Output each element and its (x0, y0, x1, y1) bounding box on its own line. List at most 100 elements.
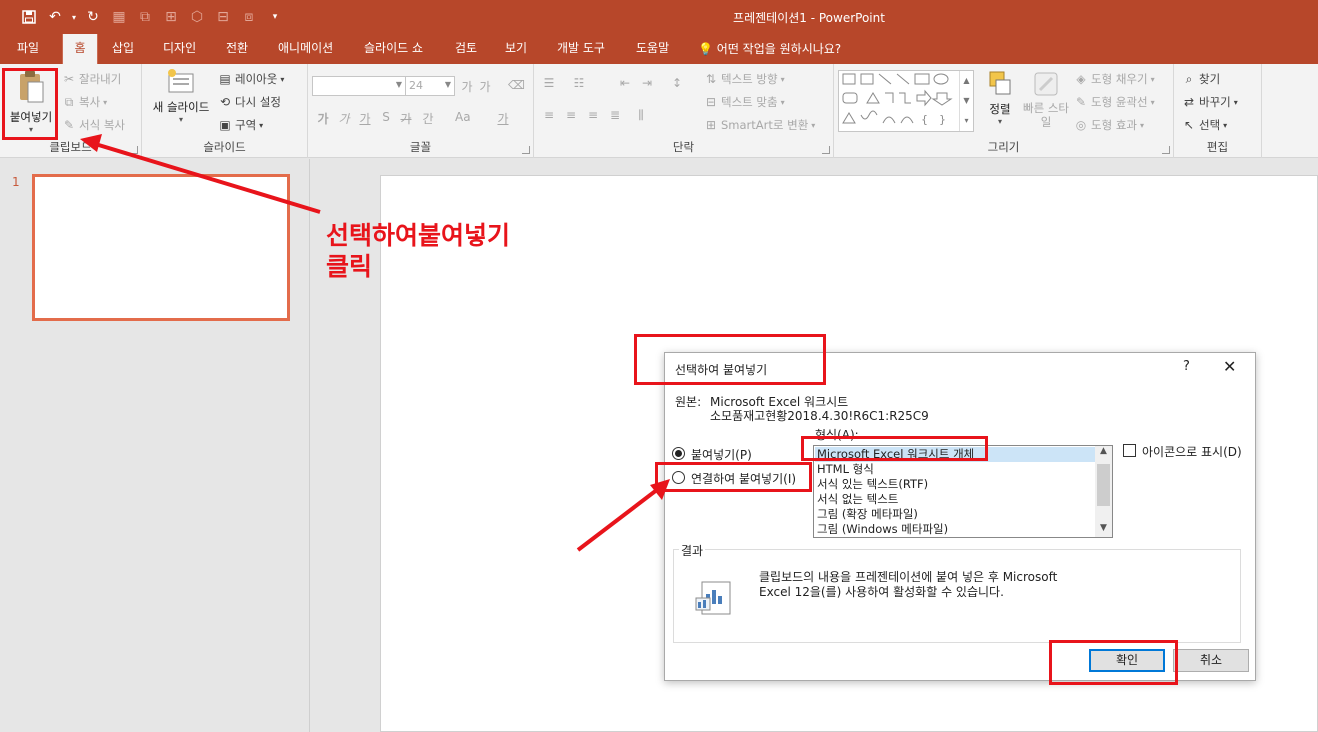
copy-dropdown-icon: ▾ (103, 97, 108, 107)
spacing-button[interactable]: 간 (421, 110, 435, 127)
font-color-button[interactable]: 가 (496, 110, 510, 127)
paint-bucket-icon: ◈ (1076, 72, 1086, 86)
paste-radio-label[interactable]: 붙여넣기(P) (691, 446, 752, 463)
tab-file[interactable]: 파일 (17, 40, 39, 64)
grow-font-button[interactable]: 가 (460, 78, 474, 95)
shadow-button[interactable]: S (379, 110, 393, 124)
underline-icon: 가 (359, 112, 371, 126)
justify-button[interactable]: ≣ (608, 108, 622, 122)
tab-design[interactable]: 디자인 (163, 40, 196, 64)
copy-button[interactable]: ⧉ 복사 ▾ (62, 94, 107, 110)
select-button[interactable]: ↖ 선택 ▾ (1182, 117, 1227, 133)
shape-effects-label: 도형 효과 (1091, 118, 1137, 132)
format-item-emf[interactable]: 그림 (확장 메타파일) (817, 507, 918, 522)
numbering-button[interactable]: ☷ (572, 76, 586, 90)
bullets-button[interactable]: ☰ (542, 76, 556, 90)
close-button[interactable]: ✕ (1223, 357, 1236, 376)
increase-indent-button[interactable]: ⇥ (640, 76, 654, 90)
replace-button[interactable]: ⇄ 바꾸기 ▾ (1182, 94, 1238, 110)
text-direction-button[interactable]: ⇅ 텍스트 방향 ▾ (704, 71, 785, 87)
shape-fill-button[interactable]: ◈ 도형 채우기 ▾ (1074, 71, 1154, 87)
tell-me-search[interactable]: 💡 어떤 작업을 원하시나요? (698, 40, 841, 57)
shrink-font-icon: 가 (479, 80, 491, 94)
paste-radio[interactable] (672, 447, 685, 460)
tab-view[interactable]: 보기 (505, 40, 527, 64)
result-label: 결과 (679, 542, 706, 559)
align-text-button[interactable]: ⊟ 텍스트 맞춤 ▾ (704, 94, 785, 110)
find-button[interactable]: ⌕ 찾기 (1182, 71, 1221, 87)
drawing-launcher-icon[interactable] (1162, 146, 1170, 154)
line-spacing-button[interactable]: ↕ (670, 76, 684, 90)
decrease-indent-button[interactable]: ⇤ (618, 76, 632, 90)
format-list-scrollbar[interactable]: ▲ ▼ (1095, 446, 1112, 537)
section-button[interactable]: ▣ 구역 ▾ (218, 117, 263, 133)
tab-home[interactable]: 홈 (62, 34, 98, 64)
scroll-up-icon[interactable]: ▲ (1095, 446, 1112, 460)
strikethrough-button[interactable]: 가 (399, 110, 413, 127)
tab-insert[interactable]: 삽입 (112, 40, 134, 64)
tab-review[interactable]: 검토 (455, 40, 477, 64)
smartart-button[interactable]: ⊞ SmartArt로 변환 ▾ (704, 117, 815, 133)
select-dropdown-icon: ▾ (1223, 120, 1228, 130)
shape-effects-button[interactable]: ◎ 도형 효과 ▾ (1074, 117, 1144, 133)
text-direction-icon: ⇅ (705, 72, 717, 86)
format-painter-label: 서식 복사 (79, 118, 125, 132)
underline-button[interactable]: 가 (358, 110, 372, 127)
clipboard-launcher-icon[interactable] (130, 146, 138, 154)
layout-button[interactable]: ▤ 레이아웃 ▾ (218, 71, 284, 87)
format-item-rtf[interactable]: 서식 있는 텍스트(RTF) (817, 477, 928, 492)
arrange-button[interactable]: 정렬 ▾ (980, 70, 1020, 140)
tab-transitions[interactable]: 전환 (226, 40, 248, 64)
layout-dropdown-icon: ▾ (280, 74, 285, 84)
annotation-box-paste-link (655, 462, 812, 492)
reset-button[interactable]: ⟲ 다시 설정 (218, 94, 281, 110)
gallery-scroll[interactable]: ▲ ▼ ▾ (959, 71, 973, 131)
change-case-button[interactable]: Aa (455, 110, 471, 124)
columns-button[interactable]: ⫼ (634, 108, 648, 123)
new-slide-button[interactable]: 새 슬라이드 ▾ (148, 68, 214, 138)
shrink-font-button[interactable]: 가 (478, 78, 492, 95)
font-launcher-icon[interactable] (522, 146, 530, 154)
clear-format-button[interactable]: ⌫ (508, 78, 525, 92)
tab-developer[interactable]: 개발 도구 (557, 40, 605, 64)
scroll-down-icon[interactable]: ▼ (1095, 523, 1112, 537)
font-name-dropdown[interactable]: ▼ (312, 76, 406, 96)
tab-help[interactable]: 도움말 (636, 40, 669, 64)
italic-icon: 가 (338, 112, 350, 126)
slide-thumbnail[interactable] (32, 174, 290, 321)
format-item-wmf[interactable]: 그림 (Windows 메타파일) (817, 522, 948, 537)
bold-button[interactable]: 가 (316, 110, 330, 127)
format-item-plain-text[interactable]: 서식 없는 텍스트 (817, 492, 898, 507)
drawing-group-label: 그리기 (987, 140, 1020, 154)
decrease-indent-icon: ⇤ (619, 76, 631, 90)
smartart-dropdown-icon: ▾ (811, 120, 816, 130)
slides-group: 새 슬라이드 ▾ ▤ 레이아웃 ▾ ⟲ 다시 설정 ▣ 구역 ▾ 슬라이드 (142, 64, 308, 158)
display-as-icon-checkbox[interactable] (1123, 444, 1136, 457)
tab-slideshow[interactable]: 슬라이드 쇼 (364, 40, 423, 64)
help-button[interactable]: ? (1183, 359, 1190, 374)
display-as-icon-label[interactable]: 아이콘으로 표시(D) (1142, 443, 1242, 460)
replace-icon: ⇄ (1183, 95, 1195, 109)
cut-button[interactable]: ✂ 잘라내기 (62, 71, 121, 87)
paragraph-launcher-icon[interactable] (822, 146, 830, 154)
tab-animations[interactable]: 애니메이션 (278, 40, 333, 64)
font-name-arrow-icon: ▼ (395, 80, 402, 89)
svg-text:{: { (921, 113, 928, 126)
italic-button[interactable]: 가 (337, 110, 351, 127)
quick-styles-button[interactable]: 빠른 스타일 (1022, 70, 1070, 140)
slide-number: 1 (12, 175, 20, 189)
increase-indent-icon: ⇥ (641, 76, 653, 90)
smartart-icon: ⊞ (705, 118, 717, 132)
cancel-button[interactable]: 취소 (1173, 649, 1249, 672)
align-text-label: 텍스트 맞춤 (721, 95, 778, 109)
scroll-thumb[interactable] (1097, 464, 1110, 506)
annotation-box-dialog-title (634, 334, 826, 385)
format-item-html[interactable]: HTML 형식 (817, 462, 874, 477)
shape-outline-button[interactable]: ✎ 도형 윤곽선 ▾ (1074, 94, 1155, 110)
font-size-dropdown[interactable]: 24 ▼ (405, 76, 455, 96)
align-center-button[interactable]: ≡ (564, 108, 578, 122)
align-left-button[interactable]: ≡ (542, 108, 556, 122)
shapes-gallery[interactable]: {} ▲ ▼ ▾ (838, 70, 974, 132)
format-painter-button[interactable]: ✎ 서식 복사 (62, 117, 125, 133)
align-right-button[interactable]: ≡ (586, 108, 600, 122)
